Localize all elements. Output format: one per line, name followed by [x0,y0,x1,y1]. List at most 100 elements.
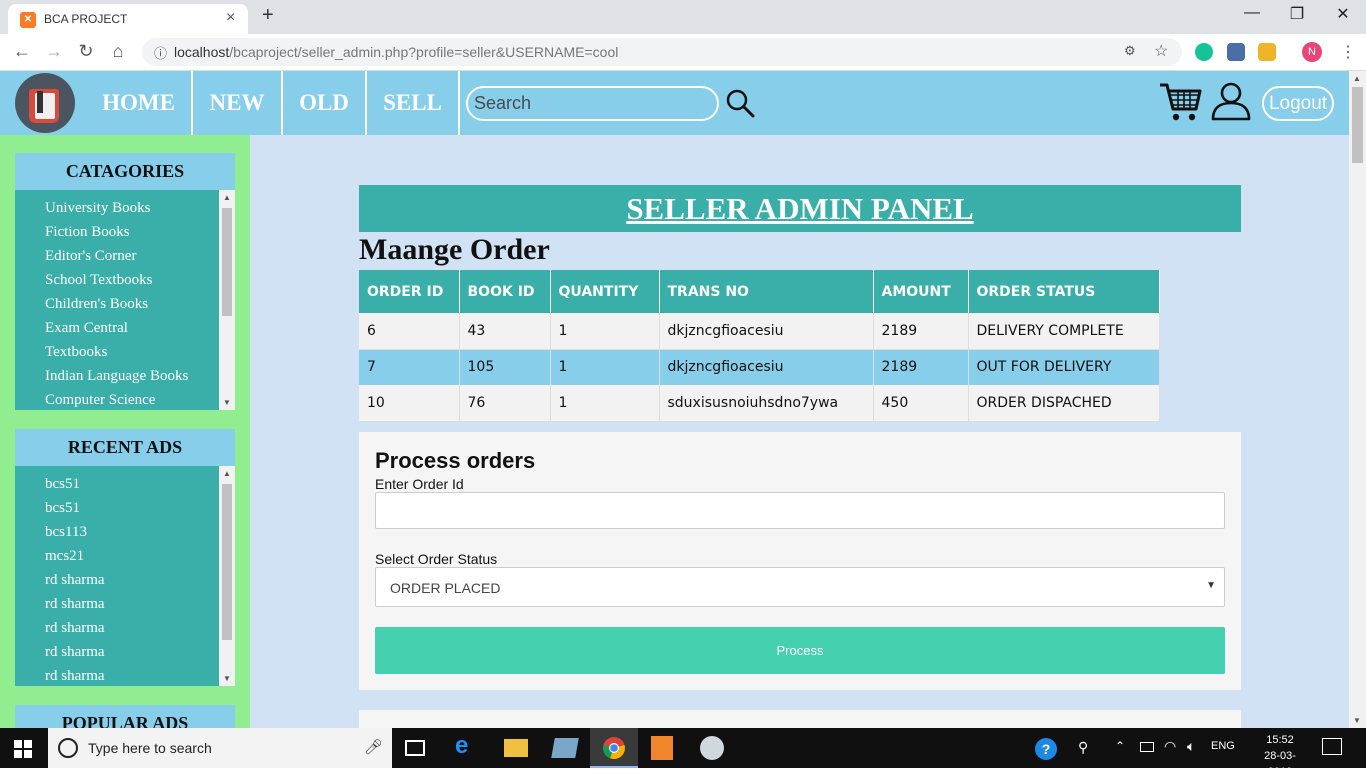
blocked-popup-icon[interactable]: ⚙ [1124,43,1136,59]
recent-ad-item[interactable]: bcs51 [45,472,235,496]
cell-order-id: 10 [359,385,460,422]
close-window-button[interactable]: ✕ [1323,4,1363,24]
battery-icon[interactable] [1140,742,1154,752]
recent-ad-item[interactable]: mcs21 [45,544,235,568]
cell-order-status: DELIVERY COMPLETE [968,313,1160,350]
recent-ad-item[interactable]: rd sharma [45,616,235,640]
profile-avatar[interactable]: N [1302,42,1322,62]
cell-amount: 2189 [873,349,969,385]
category-item[interactable]: Computer Science [45,388,235,410]
extension-icon[interactable] [1258,43,1276,61]
section-title: Maange Order [359,233,550,266]
forward-button[interactable]: → [42,41,66,62]
user-icon[interactable] [1211,81,1251,121]
recent-ad-item[interactable]: rd sharma [45,568,235,592]
category-item[interactable]: School Textbooks [45,268,235,292]
recent-ad-item[interactable]: rd sharma [45,664,235,686]
recent-ads-scrollbar[interactable]: ▲ ▼ [219,466,235,686]
sublime-text-icon[interactable] [651,736,673,760]
cart-icon[interactable] [1158,81,1202,123]
language-indicator[interactable]: ENG [1211,740,1235,752]
category-item[interactable]: Textbooks [45,340,235,364]
minimize-button[interactable]: — [1232,4,1272,22]
admin-panel-banner: SELLER ADMIN PANEL [359,185,1241,232]
table-row: 10 76 1 sduxisusnoiuhsdno7ywa 450 ORDER … [359,385,1160,422]
cell-order-status: OUT FOR DELIVERY [968,349,1160,385]
book-logo-icon[interactable] [15,73,75,133]
category-item[interactable]: Indian Language Books [45,364,235,388]
order-status-select[interactable]: ORDER PLACED ▼ [375,567,1225,607]
process-button[interactable]: Process [375,627,1225,674]
nav-new[interactable]: NEW [193,71,283,135]
page-viewport: HOME NEW OLD SELL Logout CATAGORIES Univ… [0,71,1349,728]
edge-icon[interactable]: e [455,732,479,759]
recent-ads-title: RECENT ADS [15,429,235,466]
new-tab-button[interactable]: + [262,4,274,27]
windows-start-icon[interactable] [14,740,32,758]
task-view-icon[interactable] [405,740,425,756]
category-item[interactable]: Fiction Books [45,220,235,244]
cell-order-status: ORDER DISPACHED [968,385,1160,422]
cell-trans-no: sduxisusnoiuhsdno7ywa [659,385,874,422]
browser-tab[interactable]: ✕ BCA PROJECT × [8,4,248,34]
recent-ad-item[interactable]: rd sharma [45,640,235,664]
clock-date: 28-03-2019 [1264,750,1296,778]
status-selected-value: ORDER PLACED [390,580,501,596]
taskbar-clock[interactable]: 15:52 28-03-2019 [1252,732,1308,780]
cortana-icon [58,738,78,758]
search-icon[interactable] [724,87,756,119]
cell-order-id: 7 [359,349,460,385]
url-path: /bcaproject/seller_admin.php?profile=sel… [229,44,619,60]
cell-book-id: 105 [459,349,551,385]
recent-ad-item[interactable]: rd sharma [45,592,235,616]
microphone-icon[interactable]: 🎤︎ [364,738,383,756]
categories-title: CATAGORIES [15,153,235,190]
url-text: localhost/bcaproject/seller_admin.php?pr… [174,44,618,60]
show-hidden-icons-icon[interactable]: ⌃ [1115,739,1125,753]
order-id-input[interactable] [375,492,1225,529]
banner-title[interactable]: SELLER ADMIN PANEL [626,191,973,226]
extension-icon[interactable] [1227,43,1245,61]
people-icon[interactable]: ⚲ [1078,739,1088,756]
home-button[interactable]: ⌂ [106,41,130,62]
tab-close-icon[interactable]: × [226,9,235,27]
nav-sell[interactable]: SELL [367,71,460,135]
chrome-taskbar-item[interactable] [590,728,638,768]
help-icon[interactable]: ? [1035,738,1057,760]
page-scrollbar[interactable]: ▲ ▼ [1349,71,1366,728]
recent-ad-item[interactable]: bcs113 [45,520,235,544]
site-info-icon[interactable]: ⓘ [154,43,167,62]
notifications-icon[interactable] [1322,738,1342,755]
categories-scrollbar[interactable]: ▲ ▼ [219,190,235,410]
taskbar-search-box[interactable]: Type here to search 🎤︎ [48,728,392,768]
reload-button[interactable]: ↻ [74,41,98,62]
grammarly-extension-icon[interactable] [1195,43,1213,61]
logout-button[interactable]: Logout [1262,86,1334,121]
address-bar[interactable]: ⓘ localhost/bcaproject/seller_admin.php?… [142,38,1182,66]
process-title: Process orders [375,448,536,473]
back-button[interactable]: ← [10,41,34,62]
notepad-icon[interactable] [551,738,579,758]
cell-quantity: 1 [550,313,660,350]
cell-order-id: 6 [359,313,460,350]
volume-icon[interactable]: 🔈︎ [1187,738,1195,755]
popular-ads-title: POPULAR ADS [15,705,235,728]
file-explorer-icon[interactable] [504,739,528,757]
nav-home[interactable]: HOME [86,71,193,135]
search-input[interactable] [466,86,719,121]
recent-ad-item[interactable]: bcs51 [45,496,235,520]
xampp-favicon-icon: ✕ [20,12,36,28]
col-header-order-status: ORDER STATUS [968,270,1160,313]
paint-icon[interactable] [700,736,724,760]
category-item[interactable]: Children's Books [45,292,235,316]
orders-table: ORDER ID BOOK ID QUANTITY TRANS NO AMOUN… [359,270,1160,422]
category-item[interactable]: Editor's Corner [45,244,235,268]
bookmark-star-icon[interactable]: ☆ [1154,41,1168,61]
maximize-button[interactable]: ❐ [1277,4,1317,24]
clock-time: 15:52 [1266,734,1294,746]
menu-kebab-icon[interactable]: ⋮ [1340,42,1356,62]
category-item[interactable]: University Books [45,196,235,220]
nav-old[interactable]: OLD [283,71,367,135]
category-item[interactable]: Exam Central [45,316,235,340]
wifi-icon[interactable]: ◠ [1164,738,1176,755]
